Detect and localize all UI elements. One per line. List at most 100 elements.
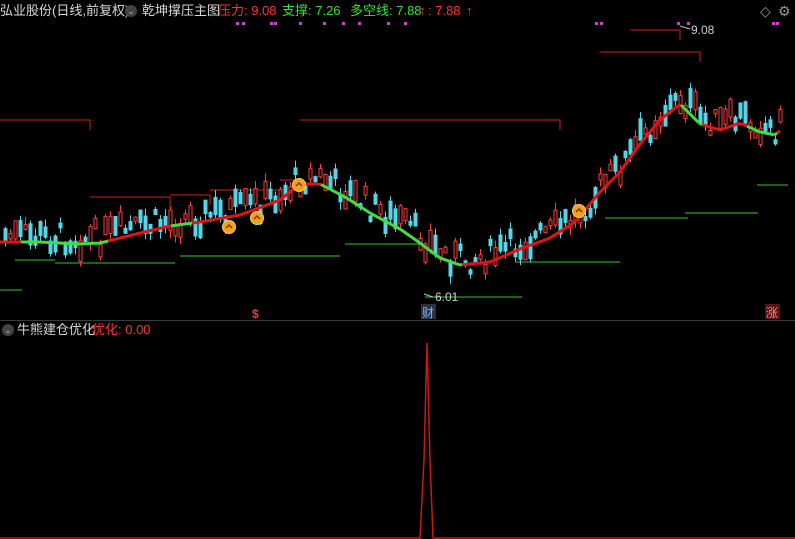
- candle-body: [643, 127, 648, 135]
- signal-dot: [270, 22, 273, 25]
- pressure-step-line: [0, 119, 91, 130]
- candle-body: [768, 119, 773, 128]
- candle-body: [743, 101, 748, 124]
- signal-dot: [299, 22, 302, 25]
- candle-body: [208, 212, 213, 218]
- extra-value: : 7.88: [428, 3, 461, 18]
- candle-body: [13, 220, 18, 240]
- candle-body: [428, 229, 433, 252]
- signal-dot: [242, 22, 245, 25]
- candle-body: [103, 215, 108, 236]
- signal-dot: [387, 22, 390, 25]
- candle-body: [83, 236, 88, 243]
- candle-body: [528, 236, 533, 260]
- candle-body: [493, 247, 498, 267]
- candle-body: [688, 88, 693, 109]
- candle-body: [543, 226, 548, 234]
- signal-dot: [404, 22, 407, 25]
- candle-body: [343, 190, 348, 210]
- signal-dot: [595, 22, 598, 25]
- candle-body: [348, 180, 353, 197]
- sub-indicator-name[interactable]: 牛熊建仓优化: [17, 320, 95, 340]
- candle-body: [668, 94, 673, 111]
- pressure-value: 压力: 9.08: [218, 3, 277, 18]
- up-arrow-icon: ↑: [419, 3, 426, 18]
- signal-dot: [274, 22, 277, 25]
- main-chart[interactable]: 9.08 6.01 $ 财 涨: [0, 22, 795, 320]
- cai-event-marker[interactable]: 财: [422, 306, 434, 320]
- candle-body: [673, 93, 678, 101]
- candle-body: [23, 223, 28, 230]
- candle-body: [8, 232, 13, 240]
- candle-body: [553, 209, 558, 226]
- candle-body: [88, 225, 93, 244]
- buy-signal-icon: [222, 220, 236, 234]
- candle-body: [398, 205, 403, 225]
- candle-body: [703, 112, 708, 126]
- pressure-step-line: [90, 196, 171, 207]
- support-value: 支撑: 7.26: [282, 3, 341, 18]
- candle-body: [613, 155, 618, 172]
- candle-body: [333, 168, 338, 179]
- indicator-name[interactable]: 乾坤撑压主图: [142, 0, 220, 22]
- signal-dot: [677, 22, 680, 25]
- candle-body: [118, 211, 123, 227]
- candle-body: [623, 150, 628, 159]
- signal-dot: [236, 22, 239, 25]
- candle-body: [308, 168, 313, 180]
- candle-body: [548, 219, 553, 227]
- zhang-event-marker[interactable]: 涨: [766, 305, 778, 320]
- sub-indicator-chart[interactable]: [0, 340, 795, 539]
- candle-body: [608, 163, 613, 172]
- candle-body: [638, 118, 643, 141]
- candle-body: [273, 195, 278, 214]
- candle-body: [293, 167, 298, 176]
- high-price-text: 9.08: [691, 23, 715, 37]
- optimize-spike-line: [0, 342, 795, 539]
- s-event-marker[interactable]: $: [252, 307, 259, 320]
- pressure-step-line: [600, 51, 701, 62]
- candle-body: [188, 205, 193, 224]
- candle-body: [58, 222, 63, 229]
- chevron-down-icon: ⌄: [2, 324, 14, 336]
- candle-body: [243, 188, 248, 207]
- candle-body: [328, 175, 333, 189]
- candle-body: [598, 173, 603, 181]
- candle-body: [413, 212, 418, 227]
- candle-body: [458, 243, 463, 251]
- buy-signal-icon: [250, 211, 264, 225]
- candle-body: [183, 213, 188, 220]
- sub-indicator-header: ⌄ 牛熊建仓优化 优化: 0.00: [0, 320, 795, 340]
- pressure-step-line: [630, 29, 681, 40]
- pressure-step-line: [300, 119, 561, 130]
- up-arrow-icon: ↑: [466, 3, 473, 18]
- candle-body: [218, 199, 223, 220]
- candle-body: [763, 122, 768, 132]
- candle-body: [778, 109, 783, 123]
- candle-body: [63, 244, 68, 256]
- low-price-text: 6.01: [435, 290, 459, 304]
- candle-body: [483, 263, 488, 275]
- candle-body: [368, 215, 373, 223]
- candle-body: [508, 228, 513, 240]
- candle-body: [443, 246, 448, 254]
- diamond-icon[interactable]: ◇: [760, 3, 771, 20]
- candle-body: [378, 204, 383, 215]
- candle-body: [123, 227, 128, 234]
- candle-body: [128, 221, 133, 231]
- longshort-line-rising: [0, 103, 781, 267]
- candle-body: [503, 242, 508, 252]
- candle-body: [363, 185, 368, 196]
- stock-title[interactable]: 弘业股份(日线,前复权): [0, 0, 129, 22]
- candle-body: [388, 200, 393, 220]
- support-lines: [0, 184, 788, 298]
- candlesticks: [3, 82, 783, 284]
- sub-indicator-value: 优化: 0.00: [92, 322, 151, 337]
- candle-body: [253, 188, 258, 205]
- candle-body: [198, 221, 203, 239]
- candle-body: [43, 226, 48, 238]
- candle-body: [713, 109, 718, 115]
- gear-icon[interactable]: ⚙: [778, 3, 791, 20]
- main-chart-header: 弘业股份(日线,前复权) ⌄ 乾坤撑压主图 压力: 9.08 支撑: 7.26 …: [0, 0, 795, 22]
- candle-body: [563, 209, 568, 223]
